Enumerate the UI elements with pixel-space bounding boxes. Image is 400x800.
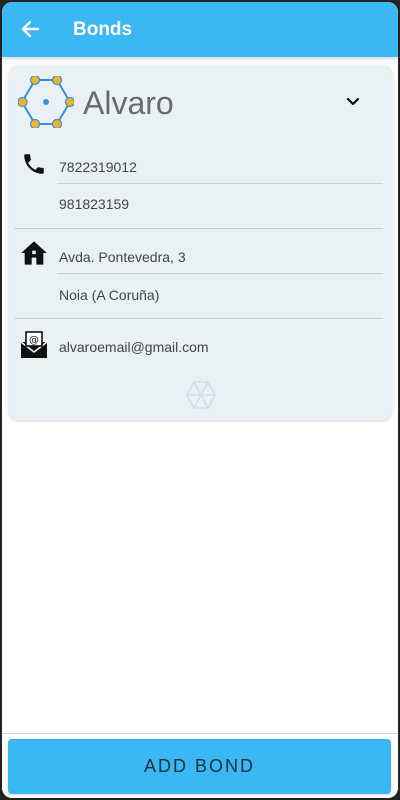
arrow-left-icon [21, 20, 40, 38]
chevron-down-icon [346, 97, 360, 106]
home-icon [19, 238, 49, 268]
app-bar: Bonds [2, 2, 398, 57]
page-title: Bonds [73, 19, 133, 40]
bond-name: Alvaro [83, 85, 174, 121]
app-screen: Bonds Alvaro 7822319012 981823159 Avda. … [2, 2, 398, 798]
divider [57, 183, 383, 184]
divider [57, 273, 383, 274]
phone-number-secondary[interactable]: 981823159 [59, 196, 129, 212]
section-divider [14, 318, 383, 319]
bond-card-header[interactable]: Alvaro [9, 65, 392, 143]
phone-icon [19, 149, 49, 179]
back-button[interactable] [18, 17, 42, 41]
expand-button[interactable] [343, 92, 363, 112]
section-divider [14, 228, 383, 229]
snowflake-icon [186, 381, 216, 409]
email-icon: @ [19, 330, 49, 360]
bond-network-icon [18, 76, 74, 128]
footer-divider [2, 733, 398, 734]
address-line-1[interactable]: Avda. Pontevedra, 3 [59, 249, 186, 265]
email-address[interactable]: alvaroemail@gmail.com [59, 339, 209, 355]
svg-text:@: @ [29, 335, 39, 346]
address-line-2[interactable]: Noia (A Coruña) [59, 287, 159, 303]
bond-card[interactable]: Alvaro 7822319012 981823159 Avda. Pontev… [9, 65, 392, 420]
phone-number-primary[interactable]: 7822319012 [59, 159, 137, 175]
add-bond-button[interactable]: ADD BOND [8, 739, 391, 794]
